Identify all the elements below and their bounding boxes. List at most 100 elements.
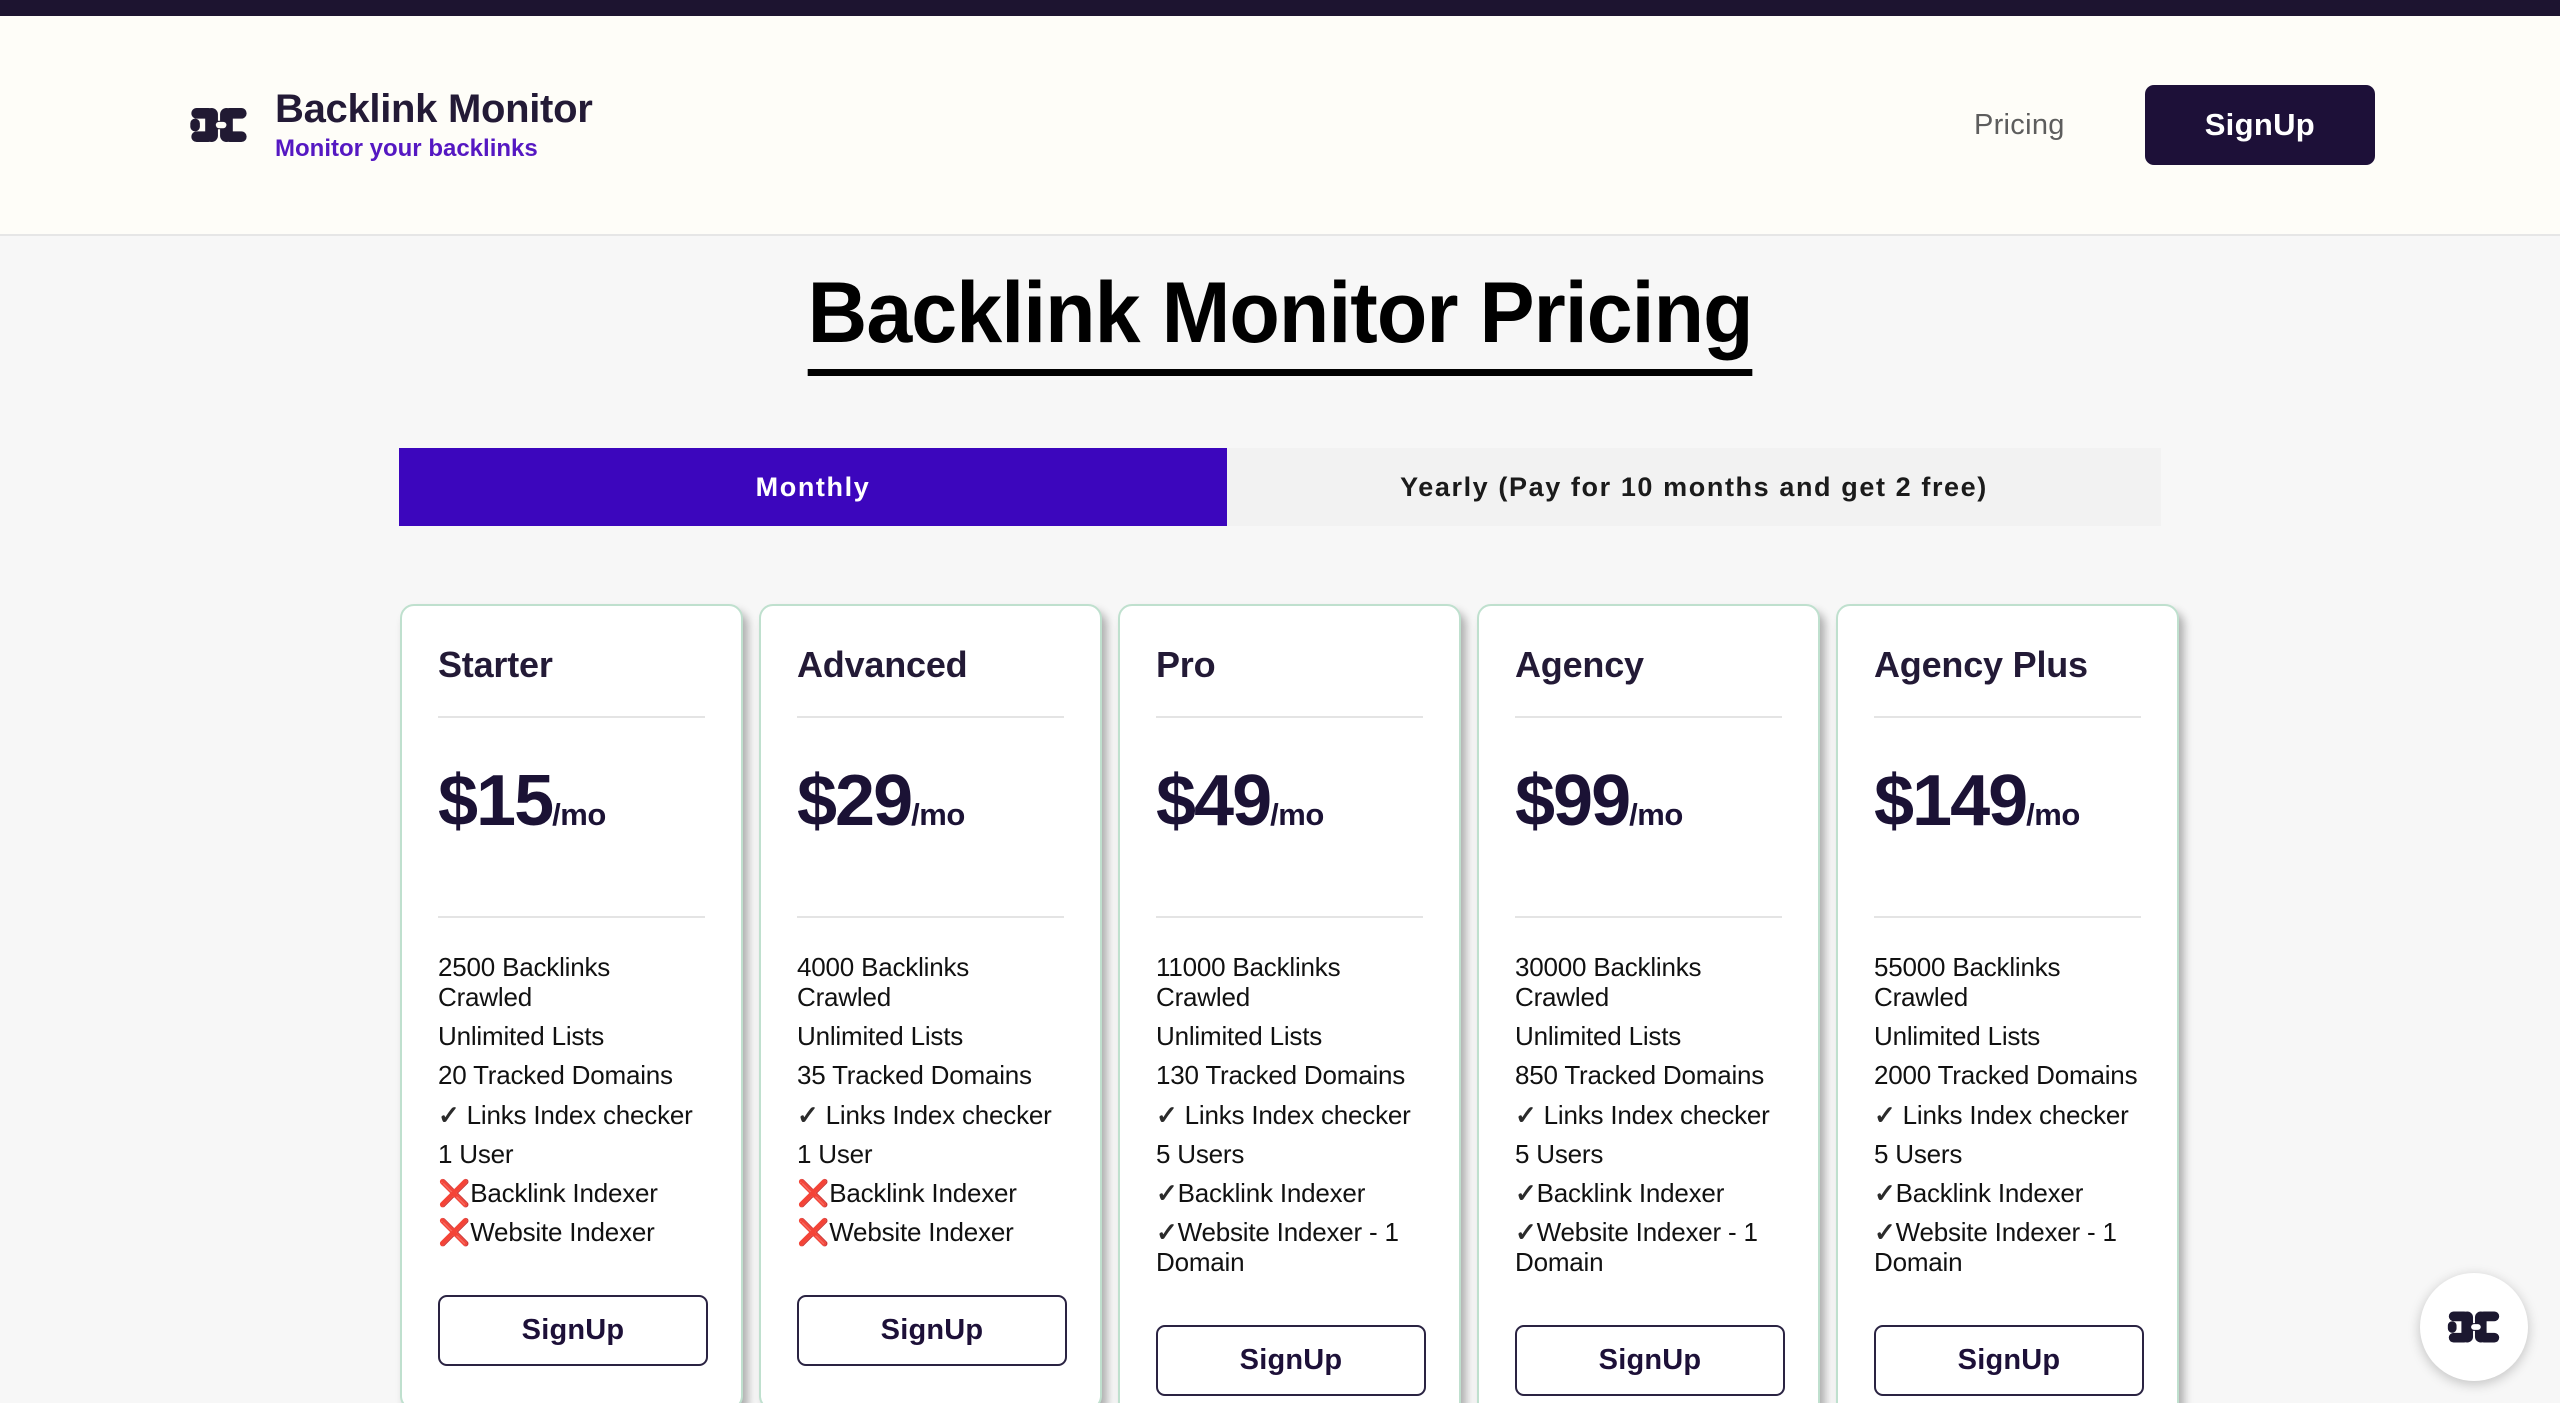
plan-feature-item: 5 Users	[1515, 1139, 1782, 1169]
check-icon: ✓	[1156, 1099, 1178, 1130]
plan-feature-item: 30000 Backlinks Crawled	[1515, 952, 1782, 1012]
plan-feature-label: 4000 Backlinks Crawled	[797, 952, 970, 1013]
card-divider	[797, 916, 1064, 918]
cross-icon: ❌	[438, 1177, 471, 1208]
plan-signup-button[interactable]: SignUp	[438, 1295, 708, 1367]
page-title: Backlink Monitor Pricing	[0, 264, 2560, 376]
plan-price: $15/mo	[438, 760, 705, 842]
plan-signup-button[interactable]: SignUp	[797, 1295, 1067, 1367]
pricing-card: Pro $49/mo 11000 Backlinks Crawled Unlimite…	[1118, 604, 1461, 1403]
plan-feature-item: ✓Backlink Indexer	[1515, 1178, 1782, 1208]
brand-tagline: Monitor your backlinks	[275, 135, 538, 162]
card-divider	[1515, 916, 1782, 918]
check-icon: ✓	[1874, 1099, 1896, 1130]
plan-feature-item: ✓ Links Index checker	[1874, 1100, 2141, 1130]
plan-feature-label: 5 Users	[1156, 1138, 1245, 1169]
floating-chat-widget[interactable]	[2420, 1273, 2528, 1381]
check-icon: ✓	[1515, 1177, 1537, 1208]
plan-price: $29/mo	[797, 760, 1064, 842]
plan-feature-item: 4000 Backlinks Crawled	[797, 952, 1064, 1012]
check-icon: ✓	[1515, 1217, 1537, 1248]
cross-icon: ❌	[438, 1217, 471, 1248]
page-title-text: Backlink Monitor Pricing	[807, 264, 1753, 376]
plan-price-amount: $49	[1156, 761, 1272, 841]
plan-feature-list: 2500 Backlinks Crawled Unlimited Lists 20 …	[438, 952, 705, 1247]
header-signup-button[interactable]: SignUp	[2144, 85, 2375, 165]
check-icon: ✓	[797, 1099, 819, 1130]
plan-feature-item: Unlimited Lists	[1874, 1021, 2141, 1051]
plan-name: Pro	[1156, 644, 1216, 685]
plan-feature-item: Unlimited Lists	[1156, 1021, 1423, 1051]
brand[interactable]: Backlink Monitor Monitor your backlinks	[185, 89, 593, 162]
card-divider	[1874, 916, 2141, 918]
plan-feature-item: ✓ Links Index checker	[438, 1100, 705, 1130]
plan-feature-item: 11000 Backlinks Crawled	[1156, 952, 1423, 1012]
plan-feature-item: ❌Website Indexer	[438, 1217, 705, 1247]
plan-feature-list: 4000 Backlinks Crawled Unlimited Lists 35 …	[797, 952, 1064, 1247]
plan-feature-list: 55000 Backlinks Crawled Unlimited Lists 20…	[1874, 952, 2141, 1277]
plan-feature-label: 2000 Tracked Domains	[1874, 1060, 2138, 1091]
plan-feature-label: Links Index checker	[1536, 1099, 1770, 1130]
plan-feature-item: 35 Tracked Domains	[797, 1060, 1064, 1090]
broken-chain-link-icon	[2447, 1311, 2500, 1343]
plan-feature-label: 35 Tracked Domains	[797, 1060, 1032, 1091]
pricing-card: Agency Plus $149/mo 55000 Backlinks Crawle…	[1836, 604, 2179, 1403]
plan-feature-item: 130 Tracked Domains	[1156, 1060, 1423, 1090]
plan-feature-label: Unlimited Lists	[1156, 1021, 1323, 1052]
plan-price-amount: $149	[1874, 761, 2028, 841]
cross-icon: ❌	[797, 1217, 830, 1248]
card-divider	[1515, 716, 1782, 718]
plan-feature-label: Unlimited Lists	[1874, 1021, 2041, 1052]
plan-price: $99/mo	[1515, 760, 1782, 842]
plan-feature-label: 20 Tracked Domains	[438, 1060, 673, 1091]
pricing-card: Starter $15/mo 2500 Backlinks Crawled Unlim…	[400, 604, 743, 1403]
plan-price-period: /mo	[552, 797, 606, 832]
billing-toggle-yearly[interactable]: Yearly (Pay for 10 months and get 2 free…	[1227, 448, 2161, 526]
plan-feature-item: ✓ Links Index checker	[1515, 1100, 1782, 1130]
plan-feature-label: Links Index checker	[1177, 1099, 1411, 1130]
plan-feature-label: Website Indexer - 1 Domain	[1874, 1217, 2117, 1278]
plan-feature-item: ✓Website Indexer - 1 Domain	[1156, 1217, 1423, 1277]
plan-feature-item: 1 User	[438, 1139, 705, 1169]
plan-feature-label: 5 Users	[1874, 1138, 1963, 1169]
brand-text: Backlink Monitor Monitor your backlinks	[275, 89, 593, 162]
pricing-card: Agency $99/mo 30000 Backlinks Crawled Unlim…	[1477, 604, 1820, 1403]
check-icon: ✓	[1515, 1099, 1537, 1130]
plan-feature-item: Unlimited Lists	[438, 1021, 705, 1051]
plan-name: Agency	[1515, 644, 1644, 685]
plan-signup-button[interactable]: SignUp	[1156, 1325, 1426, 1397]
top-accent-bar	[0, 0, 2560, 16]
plan-feature-item: ✓ Links Index checker	[797, 1100, 1064, 1130]
site-header: Backlink Monitor Monitor your backlinks …	[0, 16, 2560, 236]
plan-feature-label: Backlink Indexer	[1177, 1177, 1366, 1208]
plan-feature-label: Links Index checker	[818, 1099, 1052, 1130]
plan-feature-label: Backlink Indexer	[829, 1177, 1017, 1208]
plan-feature-label: 5 Users	[1515, 1138, 1604, 1169]
cross-icon: ❌	[797, 1177, 830, 1208]
plan-price: $149/mo	[1874, 760, 2141, 842]
billing-toggle-monthly[interactable]: Monthly	[399, 448, 1227, 526]
plan-feature-label: 2500 Backlinks Crawled	[438, 952, 611, 1013]
plan-feature-label: 1 User	[438, 1138, 514, 1169]
plan-feature-list: 11000 Backlinks Crawled Unlimited Lists 13…	[1156, 952, 1423, 1277]
plan-feature-item: ✓ Links Index checker	[1156, 1100, 1423, 1130]
plan-signup-button[interactable]: SignUp	[1515, 1325, 1785, 1397]
plan-feature-item: Unlimited Lists	[797, 1021, 1064, 1051]
card-divider	[438, 916, 705, 918]
plan-feature-item: ❌Backlink Indexer	[438, 1178, 705, 1208]
card-divider	[1874, 716, 2141, 718]
plan-feature-label: Website Indexer	[829, 1217, 1014, 1248]
plan-price-period: /mo	[1629, 797, 1683, 832]
plan-price-amount: $29	[797, 761, 913, 841]
nav-link-pricing[interactable]: Pricing	[1974, 109, 2065, 142]
check-icon: ✓	[1874, 1217, 1896, 1248]
plan-signup-button[interactable]: SignUp	[1874, 1325, 2144, 1397]
header-nav: Pricing SignUp	[1974, 85, 2375, 165]
plan-feature-label: Backlink Indexer	[470, 1177, 658, 1208]
plan-price-period: /mo	[911, 797, 965, 832]
pricing-card: Advanced $29/mo 4000 Backlinks Crawled Unli…	[759, 604, 1102, 1403]
plan-feature-item: 2000 Tracked Domains	[1874, 1060, 2141, 1090]
plan-feature-label: Unlimited Lists	[1515, 1021, 1682, 1052]
plan-feature-list: 30000 Backlinks Crawled Unlimited Lists 85…	[1515, 952, 1782, 1277]
check-icon: ✓	[1156, 1177, 1178, 1208]
